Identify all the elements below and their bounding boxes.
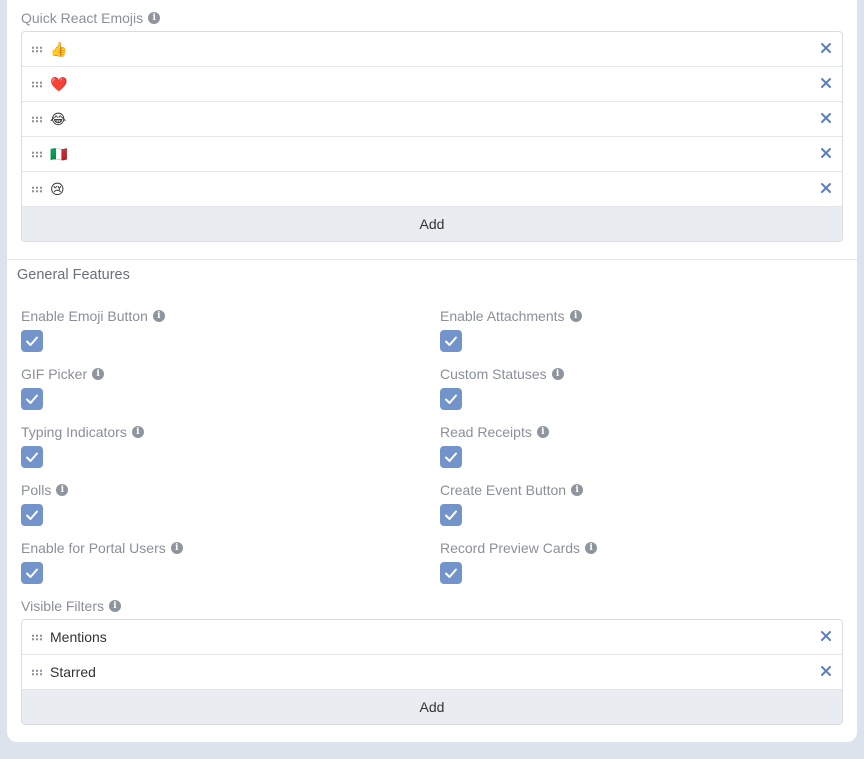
checkmark-icon: [445, 336, 457, 346]
feature-enable-emoji-button: Enable Emoji Button i: [21, 308, 165, 352]
info-icon[interactable]: i: [551, 368, 564, 380]
create-event-button-checkbox[interactable]: [440, 504, 462, 526]
close-icon[interactable]: [819, 76, 833, 90]
drag-handle-icon[interactable]: [31, 80, 42, 88]
close-icon[interactable]: [819, 41, 833, 55]
feature-custom-statuses: Custom Statuses i: [440, 366, 564, 410]
drag-handle-icon[interactable]: [31, 185, 42, 193]
drag-handle-icon[interactable]: [31, 115, 42, 123]
close-icon[interactable]: [819, 664, 833, 678]
quick-react-label: Quick React Emojis i: [21, 10, 161, 26]
read-receipts-checkbox[interactable]: [440, 446, 462, 468]
list-item[interactable]: Starred: [22, 655, 842, 690]
feature-polls: Polls i: [21, 482, 69, 526]
drag-handle-icon[interactable]: [31, 45, 42, 53]
close-icon[interactable]: [819, 181, 833, 195]
feature-enable-attachments: Enable Attachments i: [440, 308, 582, 352]
info-icon[interactable]: i: [92, 368, 105, 380]
feature-enable-for-portal-users: Enable for Portal Users i: [21, 540, 183, 584]
add-emoji-button[interactable]: Add: [22, 207, 842, 241]
info-icon[interactable]: i: [152, 310, 165, 322]
polls-checkbox[interactable]: [21, 504, 43, 526]
drag-handle-icon[interactable]: [31, 150, 42, 158]
list-item[interactable]: 😂: [22, 102, 842, 137]
record-preview-cards-checkbox[interactable]: [440, 562, 462, 584]
checkmark-icon: [26, 394, 38, 404]
visible-filters-list: Mentions Starred Add: [21, 619, 843, 725]
filter-mentions: Mentions: [50, 629, 107, 645]
checkmark-icon: [26, 336, 38, 346]
drag-handle-icon[interactable]: [31, 633, 42, 641]
close-icon[interactable]: [819, 629, 833, 643]
drag-handle-icon[interactable]: [31, 668, 42, 676]
feature-record-preview-cards: Record Preview Cards i: [440, 540, 598, 584]
visible-filters-label: Visible Filters i: [21, 598, 121, 614]
feature-typing-indicators: Typing Indicators i: [21, 424, 144, 468]
checkmark-icon: [26, 510, 38, 520]
feature-create-event-button: Create Event Button i: [440, 482, 584, 526]
feature-gif-picker: GIF Picker i: [21, 366, 105, 410]
checkmark-icon: [445, 510, 457, 520]
filter-starred: Starred: [50, 664, 96, 680]
info-icon[interactable]: i: [571, 484, 584, 496]
section-divider: [7, 259, 857, 260]
checkmark-icon: [445, 394, 457, 404]
emoji-italy-flag: 🇮🇹: [50, 146, 68, 162]
checkmark-icon: [445, 452, 457, 462]
info-icon[interactable]: i: [536, 426, 549, 438]
gif-picker-checkbox[interactable]: [21, 388, 43, 410]
emoji-laughing: 😂: [50, 111, 67, 127]
info-icon[interactable]: i: [569, 310, 582, 322]
close-icon[interactable]: [819, 146, 833, 160]
list-item[interactable]: 😢: [22, 172, 842, 207]
info-icon[interactable]: i: [56, 484, 69, 496]
enable-emoji-button-checkbox[interactable]: [21, 330, 43, 352]
info-icon[interactable]: i: [109, 600, 121, 612]
list-item[interactable]: 🇮🇹: [22, 137, 842, 172]
custom-statuses-checkbox[interactable]: [440, 388, 462, 410]
info-icon[interactable]: i: [148, 12, 161, 24]
info-icon[interactable]: i: [585, 542, 598, 554]
close-icon[interactable]: [819, 111, 833, 125]
emoji-heart: ❤️: [50, 76, 68, 92]
enable-for-portal-users-checkbox[interactable]: [21, 562, 43, 584]
general-features-heading: General Features: [17, 267, 130, 283]
list-item[interactable]: 👍: [22, 32, 842, 67]
emoji-crying: 😢: [50, 181, 65, 197]
typing-indicators-checkbox[interactable]: [21, 446, 43, 468]
info-icon[interactable]: i: [170, 542, 183, 554]
enable-attachments-checkbox[interactable]: [440, 330, 462, 352]
checkmark-icon: [26, 452, 38, 462]
checkmark-icon: [445, 568, 457, 578]
feature-read-receipts: Read Receipts i: [440, 424, 549, 468]
emoji-thumbs-up: 👍: [50, 41, 68, 57]
info-icon[interactable]: i: [131, 426, 144, 438]
quick-react-list: 👍 ❤️ 😂 🇮🇹 😢 Add: [21, 31, 843, 242]
list-item[interactable]: Mentions: [22, 620, 842, 655]
add-filter-button[interactable]: Add: [22, 690, 842, 724]
checkmark-icon: [26, 568, 38, 578]
list-item[interactable]: ❤️: [22, 67, 842, 102]
